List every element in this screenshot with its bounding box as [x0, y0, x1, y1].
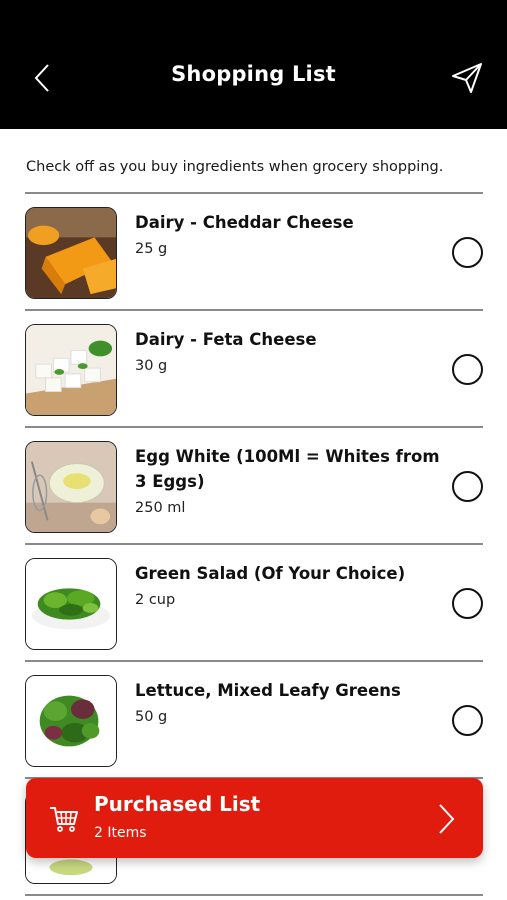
item-name: Dairy - Feta Cheese: [135, 330, 317, 349]
paper-plane-icon: [452, 63, 482, 93]
page-title: Shopping List: [171, 62, 336, 86]
list-item[interactable]: Lettuce, Mixed Leafy Greens 50 g: [25, 662, 483, 777]
divider: [25, 894, 483, 896]
item-name: Lettuce, Mixed Leafy Greens: [135, 681, 401, 700]
item-checkbox[interactable]: [452, 354, 483, 385]
item-image-cheddar: [25, 207, 117, 299]
chevron-right-icon: [439, 804, 455, 834]
purchased-title: Purchased List: [94, 792, 261, 816]
purchased-list-button[interactable]: Purchased List 2 Items: [26, 778, 483, 858]
item-image-egg-white: [25, 441, 117, 533]
list-item[interactable]: Dairy - Cheddar Cheese 25 g: [25, 194, 483, 309]
list-item[interactable]: Green Salad (Of Your Choice) 2 cup: [25, 545, 483, 660]
intro-text: Check off as you buy ingredients when gr…: [26, 159, 444, 175]
item-name: Egg White (100Ml = Whites from 3 Eggs): [135, 447, 440, 491]
list-item[interactable]: Egg White (100Ml = Whites from 3 Eggs) 2…: [25, 428, 483, 543]
item-quantity: 30 g: [135, 358, 168, 374]
item-image-mixed-greens: [25, 675, 117, 767]
item-quantity: 25 g: [135, 241, 168, 257]
item-image-feta: [25, 324, 117, 416]
item-quantity: 250 ml: [135, 500, 186, 516]
item-quantity: 50 g: [135, 709, 168, 725]
item-checkbox[interactable]: [452, 237, 483, 268]
app-header: Shopping List: [0, 0, 507, 129]
purchased-count: 2 Items: [94, 825, 147, 841]
item-quantity: 2 cup: [135, 592, 176, 608]
item-checkbox[interactable]: [452, 471, 483, 502]
item-image-green-salad: [25, 558, 117, 650]
cart-icon: [50, 807, 78, 832]
share-button[interactable]: [449, 60, 485, 96]
item-checkbox[interactable]: [452, 588, 483, 619]
item-name: Green Salad (Of Your Choice): [135, 564, 406, 583]
item-name: Dairy - Cheddar Cheese: [135, 213, 354, 232]
list-item[interactable]: Dairy - Feta Cheese 30 g: [25, 311, 483, 426]
item-checkbox[interactable]: [452, 705, 483, 736]
